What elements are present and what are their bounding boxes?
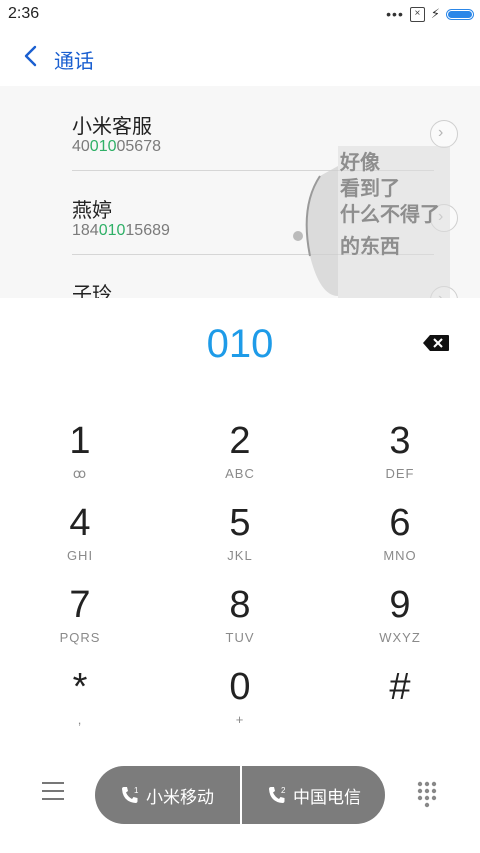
- dialed-number: 010: [206, 322, 274, 366]
- dialpad-toggle-icon[interactable]: [416, 780, 438, 808]
- meme-line: 好像: [340, 152, 380, 174]
- dial-input-row: 010: [0, 298, 480, 390]
- key-letters: ,: [77, 712, 83, 727]
- key-8[interactable]: 8 TUV: [160, 564, 320, 646]
- call-buttons: 1 小米移动 2 中国电信: [95, 766, 385, 824]
- key-letters: MNO: [383, 548, 417, 563]
- key-digit: 2: [229, 420, 251, 462]
- battery-icon: [446, 8, 474, 20]
- key-letters: JKL: [227, 548, 253, 563]
- svg-text:1: 1: [134, 786, 139, 795]
- key-2[interactable]: 2 ABC: [160, 400, 320, 482]
- key-letters: WXYZ: [379, 630, 421, 645]
- key-digit: 1: [69, 420, 91, 462]
- no-sim-icon: ×: [409, 6, 425, 22]
- key-letters: PQRS: [59, 630, 101, 645]
- key-hash[interactable]: #: [320, 646, 480, 728]
- key-digit: *: [72, 666, 88, 708]
- key-digit: 6: [389, 502, 411, 544]
- contact-name: 小米客服: [72, 116, 152, 138]
- key-0[interactable]: 0 +: [160, 646, 320, 728]
- svg-text:2: 2: [281, 786, 286, 795]
- meme-line: 看到了: [340, 178, 400, 200]
- voicemail-icon: ꝏ: [72, 466, 88, 481]
- sim1-label: 小米移动: [146, 787, 214, 807]
- page-title: 通话: [54, 51, 94, 73]
- dial-pad: 1 ꝏ 2 ABC 3 DEF 4 GHI 5 JKL 6 MNO 7 PQRS…: [0, 400, 480, 750]
- header: 通话: [0, 28, 480, 86]
- bottom-bar: 1 小米移动 2 中国电信: [0, 760, 480, 830]
- meme-caption: 好像 看到了 什么不得了 的东西: [340, 150, 450, 260]
- key-digit: 9: [389, 584, 411, 626]
- contact-name: 燕婷: [72, 200, 112, 222]
- contact-detail-button[interactable]: ›: [430, 120, 458, 148]
- key-4[interactable]: 4 GHI: [0, 482, 160, 564]
- key-letters: ABC: [225, 466, 255, 481]
- contact-number: 18401015689: [72, 222, 170, 239]
- key-3[interactable]: 3 DEF: [320, 400, 480, 482]
- contact-name: 子玲: [72, 284, 112, 298]
- key-letters: GHI: [66, 548, 94, 563]
- key-digit: #: [389, 666, 411, 708]
- backspace-icon[interactable]: [422, 334, 450, 352]
- key-digit: 3: [389, 420, 411, 462]
- key-digit: 5: [229, 502, 251, 544]
- key-letters: +: [235, 712, 245, 727]
- key-1[interactable]: 1 ꝏ: [0, 400, 160, 482]
- meme-line: 的东西: [340, 236, 400, 258]
- search-results: 小米客服 4001005678 › 燕婷 18401015689 › 子玲 › …: [0, 86, 480, 298]
- key-6[interactable]: 6 MNO: [320, 482, 480, 564]
- key-letters: DEF: [385, 466, 415, 481]
- sim2-label: 中国电信: [293, 787, 361, 807]
- call-sim1-button[interactable]: 1 小米移动: [95, 766, 239, 824]
- key-digit: 8: [229, 584, 251, 626]
- contact-number: 4001005678: [72, 138, 161, 155]
- menu-icon[interactable]: [42, 782, 64, 802]
- key-7[interactable]: 7 PQRS: [0, 564, 160, 646]
- key-9[interactable]: 9 WXYZ: [320, 564, 480, 646]
- key-digit: 0: [229, 666, 251, 708]
- key-digit: 7: [69, 584, 91, 626]
- status-time: 2:36: [8, 5, 40, 22]
- key-letters: TUV: [225, 630, 255, 645]
- status-icons: ••• × ⚡: [386, 6, 474, 22]
- status-bar: 2:36 ••• × ⚡: [0, 0, 480, 28]
- charging-icon: ⚡: [430, 6, 440, 21]
- phone-sim2-icon: 2: [269, 786, 286, 803]
- back-arrow-icon[interactable]: [20, 42, 44, 70]
- key-star[interactable]: * ,: [0, 646, 160, 728]
- call-sim2-button[interactable]: 2 中国电信: [242, 766, 385, 824]
- key-5[interactable]: 5 JKL: [160, 482, 320, 564]
- meme-line: 什么不得了: [340, 204, 440, 226]
- phone-sim1-icon: 1: [122, 786, 139, 803]
- chevron-right-icon: ›: [438, 124, 444, 141]
- key-digit: 4: [69, 502, 91, 544]
- more-notifications-icon: •••: [386, 6, 404, 22]
